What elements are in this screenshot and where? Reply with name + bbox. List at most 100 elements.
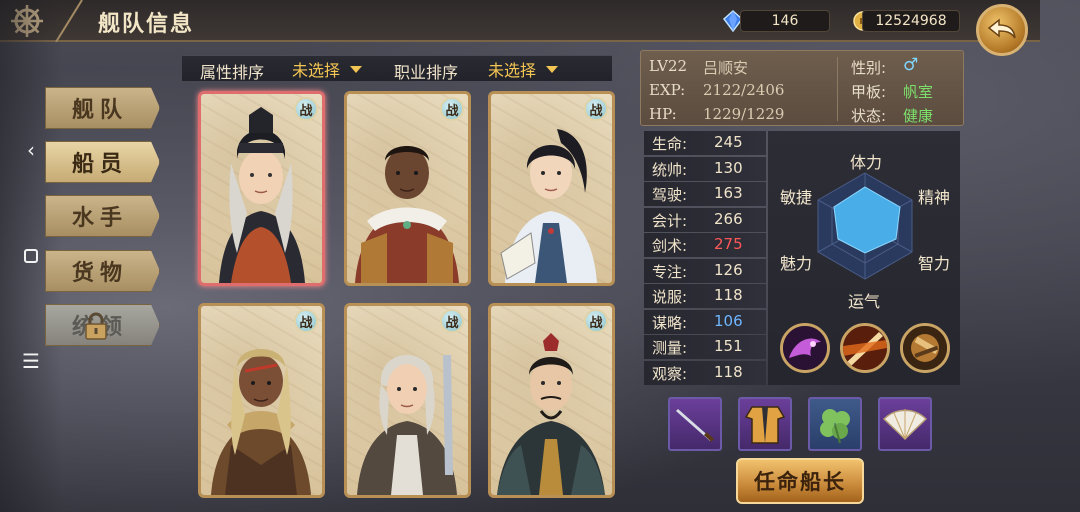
- menu-sailors[interactable]: 水手: [45, 195, 160, 237]
- appoint-captain-button[interactable]: 任命船长: [736, 458, 864, 504]
- stat-row: 观察: 118: [644, 360, 766, 385]
- radar-label-charm: 魅力: [780, 254, 813, 273]
- stat-value: 151: [714, 337, 743, 356]
- back-button[interactable]: [976, 4, 1028, 56]
- stat-value: 118: [714, 362, 743, 381]
- stat-row: 统帅: 130: [644, 156, 766, 181]
- filter-bar: 属性排序 未选择 职业排序 未选择: [182, 55, 612, 82]
- job-sort-select[interactable]: 未选择: [478, 56, 582, 82]
- stat-row: 谋略: 106: [644, 309, 766, 334]
- crew-card[interactable]: 战: [344, 303, 471, 498]
- stat-row: 专注: 126: [644, 258, 766, 283]
- job-sort-label: 职业排序: [394, 63, 459, 82]
- battle-badge: 战: [584, 97, 608, 121]
- stat-row: 说服: 118: [644, 284, 766, 309]
- crew-info-panel: LV22 吕顺安 EXP: 2122/2406 HP: 1229/1229 性别…: [640, 50, 964, 126]
- crew-card[interactable]: 战: [488, 303, 615, 498]
- page-title: 舰队信息: [98, 12, 195, 37]
- radar-chart: [817, 172, 913, 280]
- skill-shield-icon[interactable]: [900, 323, 950, 373]
- status-label: 状态:: [851, 107, 887, 125]
- stat-value: 106: [714, 311, 743, 330]
- stats-list: 生命: 245 统帅: 130 驾驶: 163 会计: 266 剑术: 275 专注: 12…: [644, 131, 766, 386]
- crew-card[interactable]: 战: [344, 91, 471, 286]
- dropdown-arrow-icon: [546, 65, 559, 73]
- nav-home-icon[interactable]: [20, 245, 42, 267]
- menu-fleet[interactable]: 舰队: [45, 87, 160, 129]
- crew-card[interactable]: 战: [488, 91, 615, 286]
- stat-value: 163: [714, 184, 743, 203]
- crew-portrait: [211, 349, 311, 495]
- crew-portrait: [500, 129, 597, 283]
- radar-label-stamina: 体力: [850, 153, 883, 172]
- equip-robe-icon[interactable]: [738, 397, 792, 451]
- job-sort-value: 未选择: [488, 61, 537, 80]
- battle-badge: 战: [294, 97, 318, 121]
- attr-sort-select[interactable]: 未选择: [282, 56, 386, 82]
- attr-sort-value: 未选择: [292, 61, 341, 80]
- stat-key: 测量:: [652, 339, 688, 358]
- status-value: 健康: [903, 107, 934, 125]
- stat-key: 剑术:: [652, 237, 688, 256]
- gender-male-icon: ♂: [903, 55, 919, 75]
- stat-value: 245: [714, 133, 743, 151]
- stat-value: 275: [714, 235, 743, 254]
- crew-level: LV22: [649, 57, 688, 75]
- crew-portrait: [497, 333, 605, 495]
- radar-label-intellect: 智力: [918, 254, 951, 273]
- exp-label: EXP:: [649, 81, 686, 99]
- menu-crew[interactable]: 船员: [45, 141, 160, 183]
- stat-row: 生命: 245: [644, 131, 766, 155]
- stat-key: 生命:: [652, 135, 688, 153]
- gender-label: 性别:: [851, 59, 887, 77]
- crew-portrait: [219, 107, 305, 283]
- nav-menu-icon[interactable]: ☰: [20, 350, 42, 372]
- return-arrow-icon: [987, 18, 1016, 39]
- equip-fan-icon[interactable]: [878, 397, 932, 451]
- equip-sword-icon[interactable]: [668, 397, 722, 451]
- deck-label: 甲板:: [851, 83, 887, 101]
- top-bar: 舰队信息 146 12524968: [0, 0, 1040, 42]
- crew-card[interactable]: 战: [198, 303, 325, 498]
- stat-value: 118: [714, 286, 743, 305]
- stat-value: 126: [714, 260, 743, 279]
- crew-portrait: [355, 146, 459, 283]
- crew-name: 吕顺安: [703, 59, 749, 77]
- skill-purple-beast-icon[interactable]: [780, 323, 830, 373]
- radar-label-luck: 运气: [848, 292, 881, 311]
- crew-portrait: [357, 355, 457, 495]
- gem-count: 146: [740, 10, 830, 32]
- radar-label-agility: 敏捷: [780, 188, 813, 207]
- stat-key: 谋略:: [652, 313, 688, 332]
- battle-badge: 战: [440, 309, 464, 333]
- stat-row: 剑术: 275: [644, 233, 766, 258]
- stat-row: 驾驶: 163: [644, 182, 766, 207]
- stat-value: 266: [714, 209, 743, 228]
- battle-badge: 战: [584, 309, 608, 333]
- stat-key: 说服:: [652, 288, 688, 307]
- stat-row: 测量: 151: [644, 335, 766, 360]
- menu-cargo[interactable]: 货物: [45, 250, 160, 292]
- equip-clover-icon[interactable]: [808, 397, 862, 451]
- stat-key: 专注:: [652, 262, 688, 281]
- crew-card[interactable]: 战: [198, 91, 325, 286]
- dropdown-arrow-icon: [350, 65, 363, 73]
- battle-badge: 战: [440, 97, 464, 121]
- stat-key: 观察:: [652, 364, 688, 383]
- stat-key: 统帅:: [652, 160, 688, 179]
- deck-value: 帆室: [903, 83, 934, 101]
- exp-value: 2122/2406: [703, 81, 785, 99]
- attr-sort-label: 属性排序: [200, 63, 265, 82]
- stat-value: 130: [714, 158, 743, 177]
- skill-blade-icon[interactable]: [840, 323, 890, 373]
- lock-icon: [85, 312, 107, 340]
- stat-key: 会计:: [652, 211, 688, 230]
- stat-key: 驾驶:: [652, 186, 688, 205]
- hp-value: 1229/1229: [703, 105, 785, 123]
- battle-badge: 战: [294, 309, 318, 333]
- stat-row: 会计: 266: [644, 207, 766, 232]
- hp-label: HP:: [649, 105, 677, 123]
- gold-count: 12524968: [862, 10, 960, 32]
- divider: [837, 57, 838, 121]
- nav-back-icon[interactable]: ‹: [20, 139, 42, 161]
